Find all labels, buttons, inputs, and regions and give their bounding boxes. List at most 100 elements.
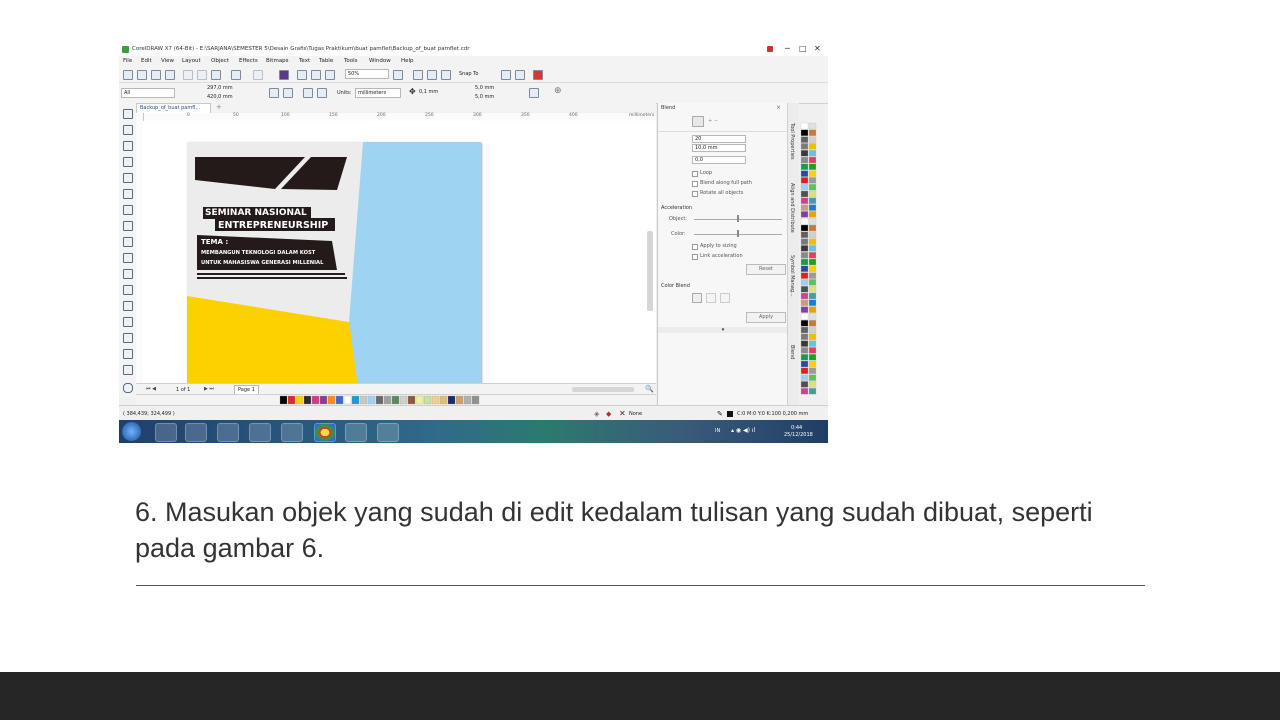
palette-swatch[interactable] xyxy=(808,272,817,279)
palette-swatch[interactable] xyxy=(808,136,817,143)
palette-swatch[interactable] xyxy=(808,313,817,320)
shape-tool-icon[interactable] xyxy=(123,125,133,135)
blend-preset-icon[interactable] xyxy=(692,116,704,127)
palette-swatch[interactable] xyxy=(808,347,817,354)
palette-swatch[interactable] xyxy=(431,395,440,405)
add-icon[interactable]: ⊕ xyxy=(554,86,562,96)
add-tool-icon[interactable] xyxy=(123,383,133,393)
rectangle-tool-icon[interactable] xyxy=(123,205,133,215)
new-document-icon[interactable] xyxy=(123,70,133,80)
app-icon-2[interactable] xyxy=(281,423,303,442)
current-page-icon[interactable] xyxy=(317,88,327,98)
duplicate-x-field[interactable]: 5,0 mm xyxy=(473,84,505,92)
minimize-button[interactable]: ─ xyxy=(785,44,790,53)
palette-swatch[interactable] xyxy=(800,354,809,361)
palette-swatch[interactable] xyxy=(800,238,809,245)
palette-swatch[interactable] xyxy=(808,367,817,374)
palette-swatch[interactable] xyxy=(808,360,817,368)
landscape-icon[interactable] xyxy=(283,88,293,98)
color-slider-thumb[interactable] xyxy=(737,230,739,237)
pick-tool-icon[interactable] xyxy=(123,109,133,119)
palette-swatch[interactable] xyxy=(808,184,817,191)
palette-swatch[interactable] xyxy=(800,211,809,218)
language-indicator[interactable]: IN xyxy=(715,428,720,434)
palette-swatch[interactable] xyxy=(287,395,296,405)
palette-swatch[interactable] xyxy=(439,395,448,405)
apply-to-sizing-checkbox[interactable] xyxy=(692,244,698,250)
app-icon-1[interactable] xyxy=(185,423,207,442)
page-height-field[interactable]: 420,0 mm xyxy=(205,93,245,101)
palette-swatch[interactable] xyxy=(808,150,817,157)
nudge-distance-field[interactable]: 0,1 mm xyxy=(417,88,449,96)
palette-swatch[interactable] xyxy=(463,395,472,405)
palette-swatch[interactable] xyxy=(808,326,817,334)
apply-button[interactable]: Apply xyxy=(746,312,786,323)
palette-swatch[interactable] xyxy=(808,340,817,347)
palette-swatch[interactable] xyxy=(800,143,809,150)
palette-swatch[interactable] xyxy=(808,197,817,204)
cut-icon[interactable] xyxy=(183,70,193,80)
open-icon[interactable] xyxy=(137,70,147,80)
menu-edit[interactable]: Edit xyxy=(141,58,152,64)
palette-swatch[interactable] xyxy=(808,218,817,225)
palette-swatch[interactable] xyxy=(800,360,809,368)
palette-swatch[interactable] xyxy=(800,340,809,347)
palette-swatch[interactable] xyxy=(808,252,817,259)
palette-swatch[interactable] xyxy=(800,279,809,286)
palette-swatch[interactable] xyxy=(800,129,809,136)
chrome-icon[interactable] xyxy=(314,423,336,442)
object-slider-thumb[interactable] xyxy=(737,215,739,222)
drop-shadow-icon[interactable] xyxy=(123,301,133,311)
blend-spacing-field[interactable]: 10,0 mm xyxy=(692,144,746,152)
palette-swatch[interactable] xyxy=(800,388,809,395)
app-icon-3[interactable] xyxy=(377,423,399,442)
tab-symbol-manager[interactable]: Symbol Manag... xyxy=(789,255,795,297)
tab-blend[interactable]: Blend xyxy=(789,345,795,359)
units-select[interactable]: millimeters xyxy=(355,88,401,98)
show-rulers-icon[interactable] xyxy=(413,70,423,80)
counterclockwise-blend-icon[interactable] xyxy=(720,293,730,303)
crop-tool-icon[interactable] xyxy=(123,141,133,151)
welcome-screen-icon[interactable] xyxy=(533,70,543,80)
print-icon[interactable] xyxy=(165,70,175,80)
palette-swatch[interactable] xyxy=(399,395,408,405)
palette-swatch[interactable] xyxy=(808,143,817,150)
zoom-tool-icon[interactable] xyxy=(123,157,133,167)
palette-swatch[interactable] xyxy=(808,238,817,245)
menu-text[interactable]: Text xyxy=(299,58,310,64)
palette-swatch[interactable] xyxy=(808,258,817,266)
docker-expand-icon[interactable]: ▾ xyxy=(658,327,788,333)
all-pages-icon[interactable] xyxy=(303,88,313,98)
menu-object[interactable]: Object xyxy=(211,58,229,64)
palette-swatch[interactable] xyxy=(808,299,817,306)
tab-align-distribute[interactable]: Align and Distribute xyxy=(789,183,795,233)
palette-swatch[interactable] xyxy=(800,156,809,164)
palette-swatch[interactable] xyxy=(800,122,809,130)
paste-icon[interactable] xyxy=(211,70,221,80)
media-player-icon[interactable] xyxy=(155,423,177,442)
docker-close-icon[interactable]: ⨯ xyxy=(776,104,781,111)
copy-icon[interactable] xyxy=(197,70,207,80)
export-icon[interactable] xyxy=(311,70,321,80)
transparency-icon[interactable] xyxy=(123,317,133,327)
smart-fill-icon[interactable] xyxy=(123,365,133,375)
snap-to-dropdown[interactable]: Snap To xyxy=(459,71,478,77)
palette-swatch[interactable] xyxy=(808,170,817,177)
palette-swatch[interactable] xyxy=(800,347,809,354)
ellipse-tool-icon[interactable] xyxy=(123,221,133,231)
palette-swatch[interactable] xyxy=(279,395,288,405)
notification-icon[interactable] xyxy=(767,46,773,52)
tray-icons[interactable]: ▴ ◉ ◀) ıl xyxy=(731,427,755,434)
palette-swatch[interactable] xyxy=(800,136,809,143)
palette-swatch[interactable] xyxy=(808,231,817,238)
palette-swatch[interactable] xyxy=(808,333,817,340)
text-tool-icon[interactable] xyxy=(123,253,133,263)
menu-layout[interactable]: Layout xyxy=(182,58,201,64)
import-icon[interactable] xyxy=(297,70,307,80)
menu-effects[interactable]: Effects xyxy=(239,58,258,64)
file-explorer-icon[interactable] xyxy=(217,423,239,442)
palette-swatch[interactable] xyxy=(808,265,817,272)
palette-swatch[interactable] xyxy=(808,374,817,381)
palette-swatch[interactable] xyxy=(455,395,464,405)
palette-swatch[interactable] xyxy=(447,395,456,405)
